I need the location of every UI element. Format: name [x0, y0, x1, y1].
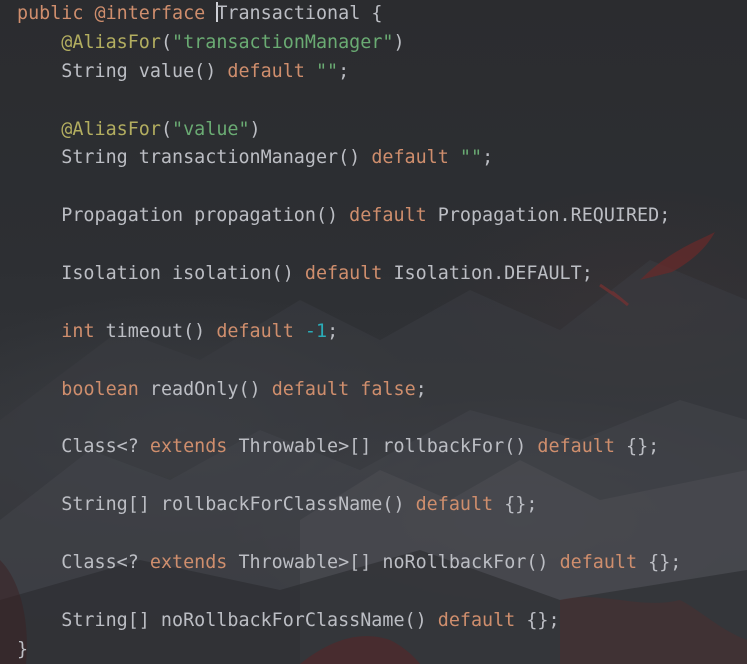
code-token: "" — [315, 60, 339, 82]
code-token: @interface — [94, 3, 206, 24]
code-token: timeout() — [94, 320, 217, 342]
code-token: ( — [160, 118, 173, 140]
code-token: -1 — [304, 320, 328, 342]
code-token: default — [537, 436, 615, 458]
code-line[interactable]: String[] rollbackForClassName() default … — [0, 491, 747, 520]
code-token: default — [227, 60, 305, 82]
code-token: @AliasFor — [61, 118, 161, 140]
code-token: Class<? — [17, 551, 150, 573]
code-line[interactable]: @AliasFor("value") — [0, 116, 747, 145]
code-editor[interactable]: public @interface Transactional { @Alias… — [0, 0, 747, 664]
code-token: default — [437, 609, 516, 631]
code-line[interactable]: Class<? extends Throwable>[] noRollbackF… — [0, 549, 747, 578]
code-line[interactable]: String value() default ""; — [0, 58, 747, 87]
code-token: ) — [249, 118, 261, 140]
code-token: @AliasFor — [61, 31, 161, 53]
code-token: "value" — [172, 118, 250, 140]
code-token: readOnly() — [138, 378, 272, 400]
code-lines[interactable]: public @interface Transactional { @Alias… — [0, 0, 747, 664]
code-token: int — [61, 320, 95, 342]
code-line[interactable] — [0, 347, 747, 376]
code-token: extends — [149, 551, 228, 573]
code-token: Transactional { — [216, 3, 383, 24]
code-token: String[] rollbackForClassName() — [17, 494, 416, 516]
code-line[interactable]: public @interface Transactional { — [0, 0, 747, 29]
code-token: ; — [338, 60, 350, 82]
code-token: ; — [415, 378, 427, 400]
code-token: public — [17, 3, 84, 24]
code-token: {}; — [515, 609, 560, 631]
code-token: String transactionManager() — [17, 147, 372, 169]
code-line[interactable] — [0, 289, 747, 318]
code-token: Throwable>[] rollbackFor() — [227, 436, 538, 458]
code-line[interactable] — [0, 578, 747, 607]
code-token: Propagation propagation() — [17, 205, 350, 227]
code-token: Propagation.REQUIRED; — [426, 205, 671, 227]
code-token: Throwable>[] noRollbackFor() — [227, 551, 560, 573]
code-line[interactable]: @AliasFor("transactionManager") — [0, 29, 747, 58]
code-token: default — [349, 205, 427, 227]
code-token: Isolation.DEFAULT; — [382, 263, 593, 285]
code-line[interactable]: int timeout() default -1; — [0, 318, 747, 347]
code-token: default — [304, 263, 383, 285]
code-token: {}; — [493, 494, 538, 516]
code-line[interactable]: boolean readOnly() default false; — [0, 376, 747, 405]
code-token: default — [559, 551, 638, 573]
code-token: default — [371, 147, 449, 169]
code-token: Isolation isolation() — [17, 263, 305, 285]
code-token: false — [360, 378, 416, 400]
code-token: {}; — [614, 436, 660, 458]
code-line[interactable]: Isolation isolation() default Isolation.… — [0, 260, 747, 289]
code-token: boolean — [61, 378, 139, 400]
code-line[interactable]: String[] noRollbackForClassName() defaul… — [0, 607, 747, 636]
code-token: "transactionManager" — [172, 31, 394, 53]
code-token: Class<? — [17, 436, 150, 458]
code-line[interactable] — [0, 231, 747, 260]
code-token: default — [415, 494, 494, 516]
code-line[interactable]: String transactionManager() default ""; — [0, 144, 747, 173]
code-token: ; — [327, 320, 339, 342]
code-token: ) — [393, 31, 405, 53]
code-token: default — [216, 320, 294, 342]
code-token: {}; — [637, 551, 682, 573]
code-line[interactable] — [0, 87, 747, 116]
code-line[interactable]: } — [0, 636, 747, 664]
code-token: default — [271, 378, 350, 400]
code-line[interactable] — [0, 462, 747, 491]
code-token: } — [17, 638, 29, 660]
code-line[interactable]: Propagation propagation() default Propag… — [0, 202, 747, 231]
code-line[interactable] — [0, 404, 747, 433]
code-line[interactable]: Class<? extends Throwable>[] rollbackFor… — [0, 433, 747, 462]
code-token: ( — [160, 31, 173, 53]
code-token: String[] noRollbackForClassName() — [17, 609, 438, 631]
code-token: String value() — [17, 60, 228, 82]
code-token: ; — [482, 147, 494, 169]
code-line[interactable] — [0, 520, 747, 549]
code-line[interactable] — [0, 173, 747, 202]
code-token: extends — [149, 436, 228, 458]
code-token: "" — [459, 147, 483, 169]
